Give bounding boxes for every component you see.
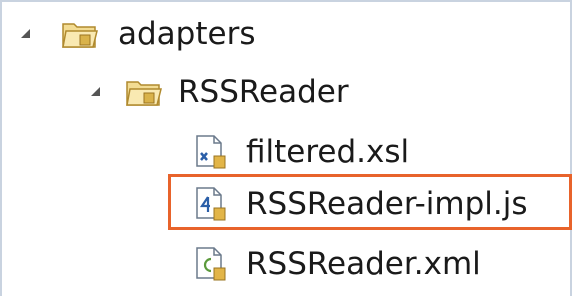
tree-node-filtered-xsl[interactable]: filtered.xsl (194, 128, 409, 176)
tree-node-adapters[interactable]: adapters (18, 10, 255, 58)
tree-node-rssreader-xml[interactable]: RSSReader.xml (194, 240, 481, 288)
expanded-triangle-icon[interactable] (88, 84, 104, 100)
tree-node-label: adapters (118, 15, 256, 52)
tree-node-rssreader[interactable]: RSSReader (88, 68, 349, 116)
folder-icon (62, 19, 98, 49)
tree-node-label: RSSReader (178, 73, 349, 110)
project-tree: adapters RSSReader filtered.xsl RSSReade… (0, 0, 574, 296)
tree-node-label: RSSReader.xml (246, 245, 481, 282)
xml-file-icon (194, 246, 230, 282)
tree-node-label: filtered.xsl (246, 133, 410, 170)
folder-icon (126, 77, 162, 107)
expanded-triangle-icon[interactable] (18, 26, 34, 42)
xsl-file-icon (194, 134, 230, 170)
js-file-icon (194, 186, 230, 222)
tree-node-rssreader-impl-js[interactable]: RSSReader-impl.js (194, 180, 528, 228)
tree-node-label: RSSReader-impl.js (246, 185, 528, 222)
